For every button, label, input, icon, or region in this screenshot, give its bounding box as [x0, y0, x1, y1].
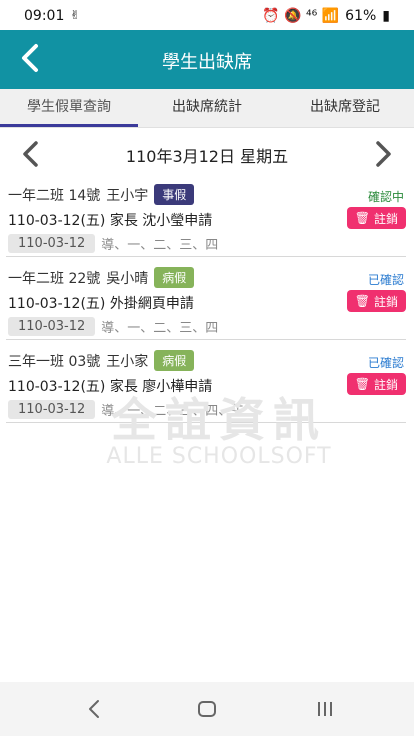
request-info: 110-03-12(五) 家長 沈小瑩申請	[8, 213, 213, 229]
tab-leave-query[interactable]: 學生假單查詢	[0, 89, 138, 127]
trash-icon: 🗑	[354, 377, 370, 391]
periods-text: 導、一、二、三、四	[101, 238, 219, 253]
status-right: ⏰ 🔕 ⁴⁶ 📶 61% ▮	[262, 8, 390, 24]
class-number: 一年二班 14號	[8, 187, 101, 204]
tab-bar: 學生假單查詢 出缺席統計 出缺席登記	[0, 89, 414, 128]
current-date: 110年3月12日 星期五	[125, 147, 289, 166]
status-label: 已確認	[367, 273, 404, 287]
status-label: 已確認	[367, 356, 404, 370]
trash-icon: 🗑	[354, 211, 370, 225]
leave-date-pill: 110-03-12	[8, 234, 96, 253]
periods-text: 導、一、二、三、四	[101, 321, 219, 336]
status-time: 09:01	[24, 8, 65, 24]
tab-label: 出缺席統計	[172, 99, 242, 115]
system-navigation-bar	[0, 682, 414, 736]
watermark-title: 全誼資訊	[111, 393, 327, 447]
nav-back-icon[interactable]	[80, 694, 110, 724]
cancel-label: 註銷	[373, 211, 398, 226]
cancel-button[interactable]: 🗑 註銷	[346, 373, 406, 395]
status-bar: 09:01 ✌ ⏰ 🔕 ⁴⁶ 📶 61% ▮	[0, 0, 414, 30]
nav-recents-icon[interactable]	[310, 694, 340, 724]
leave-type-badge: 病假	[154, 267, 195, 288]
student-info: 一年二班 14號 王小宇 事假	[8, 184, 195, 205]
tab-attendance-register[interactable]: 出缺席登記	[276, 89, 414, 127]
student-name: 王小宇	[106, 187, 149, 204]
student-name: 王小家	[106, 353, 149, 370]
tab-attendance-stats[interactable]: 出缺席統計	[138, 89, 276, 127]
watermark-subtitle: ALLE SCHOOLSOFT	[106, 444, 332, 469]
student-info: 一年二班 22號 吳小晴 病假	[8, 267, 195, 288]
request-info: 110-03-12(五) 外掛網頁申請	[8, 296, 194, 312]
tab-active-indicator	[0, 124, 138, 127]
notification-icon: ✌	[70, 8, 81, 22]
leave-date-pill: 110-03-12	[8, 317, 96, 336]
leave-type-badge: 事假	[154, 184, 195, 205]
battery-level: 61%	[345, 8, 377, 24]
cancel-button[interactable]: 🗑 註銷	[346, 207, 406, 229]
page-title: 學生出缺席	[162, 52, 252, 73]
nav-home-icon[interactable]	[192, 694, 222, 724]
leave-date-pill: 110-03-12	[8, 400, 96, 419]
app-bar: 學生出缺席	[0, 30, 414, 89]
battery-icon: ▮	[382, 8, 390, 24]
student-name: 吳小晴	[106, 270, 149, 287]
trash-icon: 🗑	[354, 294, 370, 308]
class-number: 三年一班 03號	[8, 353, 101, 370]
leave-type-badge: 病假	[154, 350, 195, 371]
leave-periods: 110-03-12 導、一、二、三、四	[8, 234, 218, 253]
status-label: 確認中	[367, 190, 404, 204]
list-item[interactable]: 一年二班 14號 王小宇 事假 確認中 110-03-12(五) 家長 沈小瑩申…	[6, 180, 406, 257]
date-navigator: 110年3月12日 星期五	[0, 137, 414, 173]
tab-label: 學生假單查詢	[27, 99, 111, 115]
cancel-button[interactable]: 🗑 註銷	[346, 290, 406, 312]
leave-periods: 110-03-12 導、一、二、三、四	[8, 317, 218, 336]
student-info: 三年一班 03號 王小家 病假	[8, 350, 195, 371]
cancel-label: 註銷	[373, 294, 398, 309]
chevron-right-icon[interactable]	[368, 139, 398, 169]
status-icons: ⏰ 🔕 ⁴⁶ 📶	[262, 8, 340, 24]
class-number: 一年二班 22號	[8, 270, 101, 287]
watermark: 全誼資訊 ALLE SCHOOLSOFT	[84, 384, 354, 469]
cancel-label: 註銷	[373, 377, 398, 392]
tab-label: 出缺席登記	[310, 99, 380, 115]
list-item[interactable]: 一年二班 22號 吳小晴 病假 已確認 110-03-12(五) 外掛網頁申請 …	[6, 263, 406, 340]
